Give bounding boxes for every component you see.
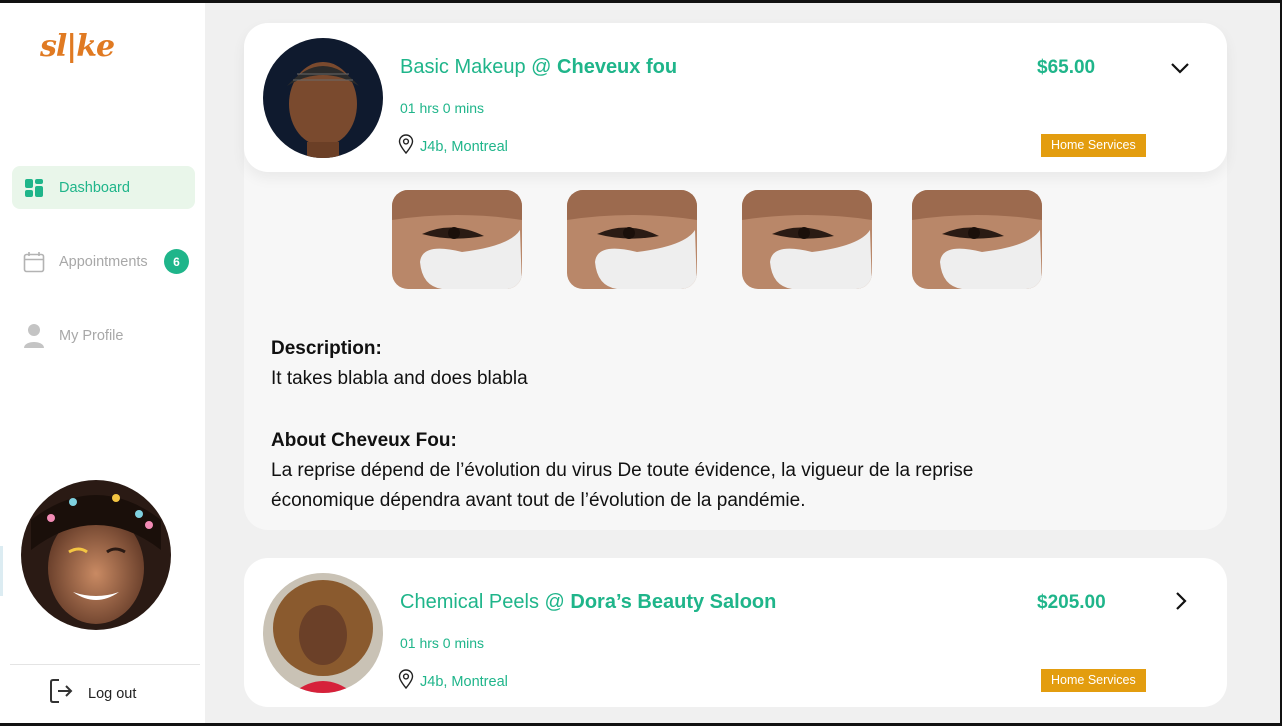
appointment-duration: 01 hrs 0 mins: [400, 635, 485, 651]
logout-label: Log out: [88, 685, 137, 702]
appointments-count-badge: 6: [164, 249, 189, 274]
user-icon: [22, 323, 46, 348]
sidebar-item-label: Appointments: [59, 253, 148, 270]
sidebar-item-appointments[interactable]: Appointments 6: [12, 240, 195, 283]
gallery-image[interactable]: [742, 190, 872, 289]
sidebar: sl|ke Dashboard Appointments 6 My Profil…: [0, 3, 205, 723]
location-text: J4b, Montreal: [420, 673, 508, 690]
sidebar-accent-bar: [0, 546, 3, 596]
description-section: Description: It takes blabla and does bl…: [271, 334, 1171, 394]
chevron-down-icon[interactable]: [1169, 57, 1191, 79]
provider-avatar: [263, 38, 383, 158]
appointment-card-header[interactable]: Basic Makeup @ Cheveux fou 01 hrs 0 mins…: [244, 23, 1227, 172]
appointment-duration: 01 hrs 0 mins: [400, 100, 485, 116]
appointment-location: J4b, Montreal: [398, 134, 508, 159]
dashboard-icon: [22, 176, 46, 200]
app-logo[interactable]: sl|ke: [40, 29, 115, 64]
appointment-price: $205.00: [1037, 592, 1106, 613]
provider-avatar: [263, 573, 383, 693]
about-text-line: économique dépendra avant tout de l’évol…: [271, 490, 806, 511]
logout-button[interactable]: Log out: [48, 677, 136, 710]
gallery-image[interactable]: [392, 190, 522, 289]
main-content: Basic Makeup @ Cheveux fou 01 hrs 0 mins…: [205, 3, 1280, 723]
sidebar-item-dashboard[interactable]: Dashboard: [12, 166, 195, 209]
logout-icon: [48, 677, 74, 710]
chevron-right-icon[interactable]: [1170, 590, 1192, 612]
service-name: Chemical Peels @: [400, 591, 571, 613]
appointment-card[interactable]: Chemical Peels @ Dora’s Beauty Saloon 01…: [244, 558, 1227, 707]
service-type-tag: Home Services: [1041, 669, 1146, 692]
gallery-image[interactable]: [567, 190, 697, 289]
calendar-icon: [22, 250, 46, 274]
description-heading: Description:: [271, 338, 382, 359]
user-avatar[interactable]: [21, 480, 171, 630]
salon-name: Dora’s Beauty Saloon: [570, 591, 777, 613]
appointment-price: $65.00: [1037, 57, 1096, 78]
app-frame: sl|ke Dashboard Appointments 6 My Profil…: [0, 0, 1282, 726]
appointment-location: J4b, Montreal: [398, 669, 508, 694]
sidebar-item-my-profile[interactable]: My Profile: [12, 314, 195, 357]
sidebar-item-label: My Profile: [59, 327, 124, 344]
location-text: J4b, Montreal: [420, 138, 508, 155]
appointment-card-expanded: Basic Makeup @ Cheveux fou 01 hrs 0 mins…: [244, 23, 1227, 530]
about-section: About Cheveux Fou: La reprise dépend de …: [271, 426, 1171, 516]
salon-name: Cheveux fou: [557, 56, 678, 78]
location-pin-icon: [398, 134, 414, 159]
about-heading: About Cheveux Fou:: [271, 430, 457, 451]
appointment-title: Basic Makeup @ Cheveux fou: [400, 56, 677, 79]
appointment-title: Chemical Peels @ Dora’s Beauty Saloon: [400, 591, 776, 614]
location-pin-icon: [398, 669, 414, 694]
about-text-line: La reprise dépend de l’évolution du viru…: [271, 460, 974, 481]
sidebar-item-label: Dashboard: [59, 179, 130, 196]
service-type-tag: Home Services: [1041, 134, 1146, 157]
service-name: Basic Makeup @: [400, 56, 558, 78]
description-text: It takes blabla and does blabla: [271, 368, 528, 389]
gallery-image[interactable]: [912, 190, 1042, 289]
sidebar-divider: [10, 664, 200, 665]
